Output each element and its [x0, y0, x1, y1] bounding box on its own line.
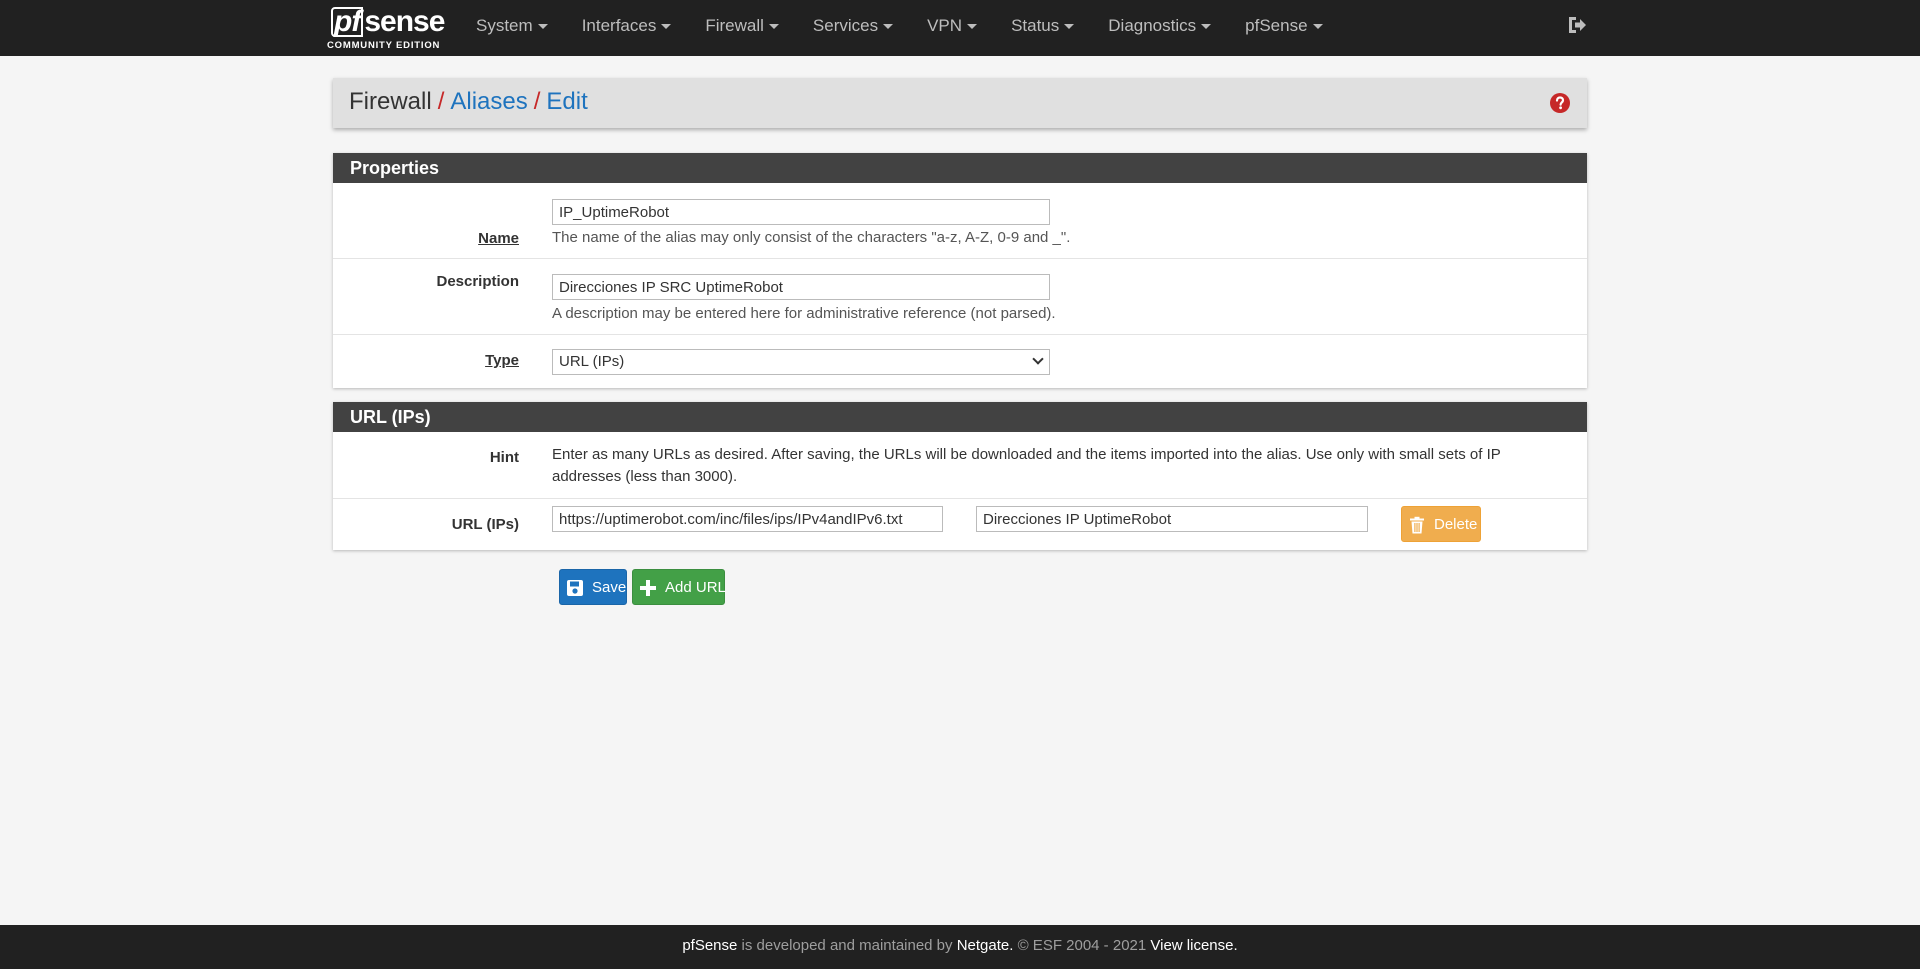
trash-icon [1410, 516, 1424, 534]
delete-button-label: Delete [1434, 516, 1478, 533]
footer-copyright: © ESF 2004 - 2021 [1013, 937, 1151, 954]
nav-status-label: Status [1011, 16, 1060, 35]
type-select[interactable]: URL (IPs) [552, 349, 1050, 375]
logo-sense: sense [364, 5, 445, 38]
breadcrumb-aliases-link[interactable]: Aliases [450, 88, 527, 115]
add-url-button[interactable]: Add URL [632, 569, 726, 605]
nav-firewall-label: Firewall [705, 16, 764, 35]
breadcrumb-firewall: Firewall [349, 88, 432, 115]
hint-label-text: Hint [489, 449, 519, 466]
url-label-text: URL (IPs) [451, 516, 519, 533]
save-button[interactable]: Save [559, 569, 627, 605]
description-input[interactable] [552, 274, 1050, 300]
name-label-text: Name [478, 230, 519, 247]
nav-diagnostics[interactable]: Diagnostics [1091, 0, 1228, 56]
properties-panel: Properties Name The name of the alias ma… [333, 153, 1587, 388]
description-row: Description A description may be entered… [333, 259, 1587, 335]
footer-product-link[interactable]: pfSense [682, 937, 737, 954]
caret-down-icon [768, 24, 779, 30]
url-description-input[interactable] [976, 506, 1368, 532]
nav-pfsense[interactable]: pfSense [1228, 0, 1339, 56]
help-icon-svg [1550, 93, 1570, 113]
top-navbar: pf sense COMMUNITY EDITION System Interfa… [0, 0, 1920, 56]
type-label-text: Type [485, 352, 519, 369]
breadcrumb-separator: / [533, 88, 541, 115]
url-label: URL (IPs) [452, 516, 519, 533]
logo-pf: pf [331, 7, 364, 37]
caret-down-icon [1201, 24, 1212, 30]
hint-text: Enter as many URLs as desired. After sav… [552, 446, 1501, 485]
nav-vpn-label: VPN [927, 16, 963, 35]
breadcrumb: Firewall / Aliases / Edit [349, 88, 588, 116]
help-icon[interactable] [1550, 93, 1570, 113]
name-input[interactable] [552, 199, 1050, 225]
breadcrumb-separator: / [437, 88, 445, 115]
caret-down-icon [1312, 24, 1323, 30]
caret-down-icon [1064, 24, 1075, 30]
nav-diagnostics-label: Diagnostics [1108, 16, 1197, 35]
breadcrumb-bar: Firewall / Aliases / Edit [333, 78, 1587, 128]
name-label: Name [478, 230, 519, 247]
url-row: URL (IPs) Delete [333, 499, 1587, 550]
url-input[interactable] [552, 506, 943, 532]
name-row: Name The name of the alias may only cons… [333, 183, 1587, 259]
type-select-value: URL (IPs) [559, 353, 625, 370]
description-label-text: Description [436, 273, 519, 290]
logo-wordmark: pf sense [331, 5, 445, 38]
footer-middle-text: is developed and maintained by [737, 937, 957, 954]
caret-down-icon [883, 24, 894, 30]
url-panel: URL (IPs) Hint Enter as many URLs as des… [333, 402, 1587, 550]
type-row: Type URL (IPs) [333, 335, 1587, 388]
name-help: The name of the alias may only consist o… [552, 229, 1071, 246]
nav-vpn[interactable]: VPN [910, 0, 994, 56]
save-button-label: Save [592, 579, 627, 596]
url-heading: URL (IPs) [333, 402, 1587, 432]
breadcrumb-edit-link[interactable]: Edit [546, 88, 587, 115]
type-label: Type [485, 352, 519, 369]
logout-icon[interactable] [1566, 14, 1588, 36]
footer-company-link[interactable]: Netgate. [957, 937, 1014, 954]
hint-label: Hint [490, 449, 519, 466]
nav-pfsense-label: pfSense [1245, 16, 1308, 35]
logout-icon-svg [1569, 17, 1586, 33]
description-help: A description may be entered here for ad… [552, 305, 1056, 322]
pfsense-logo[interactable]: pf sense COMMUNITY EDITION [327, 5, 445, 52]
floppy-disk-icon [567, 580, 583, 596]
nav-services-label: Services [812, 16, 879, 35]
footer-license-link[interactable]: View license. [1150, 937, 1237, 954]
description-label: Description [436, 273, 519, 290]
nav-system-label: System [476, 16, 533, 35]
nav-firewall[interactable]: Firewall [688, 0, 796, 56]
plus-icon [640, 580, 656, 596]
properties-heading: Properties [333, 153, 1587, 183]
caret-down-icon [661, 24, 672, 30]
nav-interfaces[interactable]: Interfaces [565, 0, 689, 56]
footer: pfSense is developed and maintained by N… [0, 925, 1920, 969]
caret-down-icon [967, 24, 978, 30]
hint-row: Hint Enter as many URLs as desired. Afte… [333, 432, 1587, 499]
nav-status[interactable]: Status [994, 0, 1091, 56]
main-menu: System Interfaces Firewall Services VPN … [459, 0, 1340, 56]
chevron-down-icon [1032, 353, 1044, 365]
nav-interfaces-label: Interfaces [581, 16, 657, 35]
add-url-button-label: Add URL [665, 579, 726, 596]
nav-system[interactable]: System [459, 0, 565, 56]
caret-down-icon [537, 24, 548, 30]
logo-edition: COMMUNITY EDITION [327, 40, 441, 51]
nav-services[interactable]: Services [796, 0, 910, 56]
delete-button[interactable]: Delete [1401, 506, 1481, 542]
